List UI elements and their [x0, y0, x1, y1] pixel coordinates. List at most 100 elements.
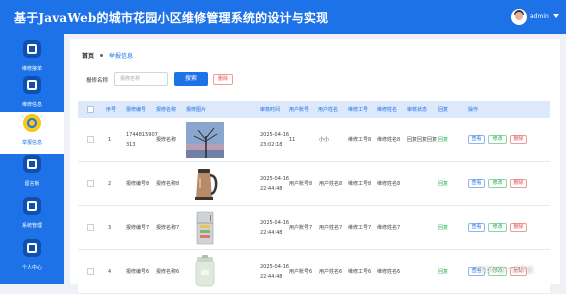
header-index: 序号 [106, 107, 117, 113]
header-time: 审核时间 [260, 107, 281, 113]
cell-user-name: 小小 [319, 137, 330, 143]
chevron-down-icon[interactable] [553, 14, 559, 18]
cell-index: 3 [108, 225, 112, 231]
cell-time: 2025-04-16 [260, 264, 290, 270]
delete-button[interactable]: 删除 [510, 135, 527, 144]
sidebar-item-repair-info[interactable]: 维修信息 [0, 74, 64, 116]
table-row: 2 报修编号8 报修名称8 2025-04-16 22:44:48 用户账号8 [78, 162, 550, 206]
cell-index: 2 [108, 181, 112, 187]
sidebar-item-system[interactable]: 系统管理 [0, 195, 64, 237]
pot-photo [186, 254, 224, 290]
cell-code: 报修编号8 [126, 181, 150, 187]
search-button[interactable]: 搜索 [174, 72, 208, 86]
cell-name: 报修名称 [156, 137, 177, 143]
cell-account: 用户账号7 [289, 225, 313, 231]
avatar[interactable] [511, 9, 527, 25]
header-name: 报修名称 [156, 107, 177, 113]
kettle-photo [186, 166, 224, 202]
edit-button[interactable]: 修改 [488, 135, 507, 144]
search-input[interactable]: 报修名称 [114, 72, 168, 86]
cell-time-cont: 23:02:18 [260, 142, 283, 148]
sidebar-item-profile[interactable]: 个人中心 [0, 237, 64, 279]
cell-time: 2025-04-16 [260, 132, 290, 138]
header-image: 报修图片 [186, 107, 207, 113]
cell-time: 2025-04-16 [260, 176, 290, 182]
view-button[interactable]: 查看 [468, 135, 485, 144]
header-worker-id: 维修工号 [348, 107, 369, 113]
sidebar-item-label: 维修信息 [21, 102, 42, 108]
cell-reply: 回复 [438, 269, 449, 275]
cell-account: 用户账号6 [289, 269, 313, 275]
view-button[interactable]: 查看 [468, 223, 485, 232]
main-area: 首页 举报信息 报修名称 报修名称 搜索 删除 序号 报修编号 报修名称 报修图片… [64, 34, 566, 294]
row-checkbox[interactable] [87, 136, 94, 143]
row-checkbox[interactable] [87, 268, 94, 275]
header-actions: 操作 [468, 107, 479, 113]
view-button[interactable]: 查看 [468, 179, 485, 188]
cell-code: 报修编号6 [126, 269, 150, 275]
sidebar-item-label: 维修接单 [21, 66, 42, 72]
cell-code-cont: 313 [126, 142, 136, 148]
delete-button[interactable]: 删除 [510, 223, 527, 232]
cell-account: 用户账号8 [289, 181, 313, 187]
cell-worker-id: 维修工号6 [348, 269, 372, 275]
cell-code: 1744815907 [126, 132, 158, 138]
app-title: 基于JavaWeb的城市花园小区维修管理系统的设计与实现 [14, 11, 329, 25]
content-card: 首页 举报信息 报修名称 报修名称 搜索 删除 序号 报修编号 报修名称 报修图片… [70, 39, 560, 294]
header-audit: 审核状态 [407, 107, 428, 113]
header-reply: 回复 [438, 107, 449, 113]
header-code: 报修编号 [126, 107, 147, 113]
sidebar: 维修接单 维修信息 举报信息 留言板 系统管理 个人中心 [0, 34, 64, 284]
cell-name: 报修名称6 [156, 269, 180, 275]
sidebar-item-reports[interactable]: 举报信息 [0, 112, 64, 154]
cell-code: 报修编号7 [126, 225, 150, 231]
sidebar-item-label: 留言板 [24, 181, 40, 187]
cell-time: 2025-04-16 [260, 220, 290, 226]
breadcrumb-home[interactable]: 首页 [82, 53, 94, 60]
username[interactable]: admin [530, 13, 549, 20]
cell-account: 11 [289, 137, 296, 143]
cell-worker-id: 维修工号8 [348, 137, 372, 143]
row-checkbox[interactable] [87, 224, 94, 231]
fridge-photo [186, 210, 224, 246]
row-checkbox[interactable] [87, 180, 94, 187]
edit-button[interactable]: 修改 [488, 223, 507, 232]
cell-audit: 回复回复回复 [407, 137, 438, 143]
table-row: 3 报修编号7 报修名称7 2025-04-16 22:44:48 用户账号7 … [78, 206, 550, 250]
edit-button[interactable]: 修改 [488, 179, 507, 188]
top-bar: 基于JavaWeb的城市花园小区维修管理系统的设计与实现 admin [0, 0, 566, 34]
sidebar-item-label: 个人中心 [21, 265, 42, 271]
search-label: 报修名称 [86, 78, 109, 84]
cell-time-cont: 22:44:48 [260, 274, 283, 280]
sidebar-item-label: 举报信息 [21, 140, 42, 146]
cell-name: 报修名称7 [156, 225, 180, 231]
watermark: CSDN @一点毕设 [476, 266, 534, 274]
table-row: 1 1744815907 313 报修名称 2025-04-16 23:02:1… [78, 118, 550, 162]
select-all-checkbox[interactable] [87, 106, 94, 113]
cell-reply: 回复 [438, 181, 449, 187]
cell-worker-name: 维修姓名6 [377, 269, 401, 275]
cell-user-name: 用户姓名8 [319, 181, 343, 187]
sidebar-item-label: 系统管理 [21, 223, 42, 229]
cell-worker-name: 维修姓名7 [377, 225, 401, 231]
cell-user-name: 用户姓名7 [319, 225, 343, 231]
delete-button[interactable]: 删除 [510, 179, 527, 188]
cell-reply: 回复 [438, 225, 449, 231]
cell-time-cont: 22:44:48 [260, 230, 283, 236]
cell-worker-name: 维修姓名8 [377, 181, 401, 187]
tree-photo [186, 122, 224, 158]
table-header: 序号 报修编号 报修名称 报修图片 审核时间 用户账号 用户姓名 维修工号 维修… [78, 101, 550, 118]
cell-user-name: 用户姓名6 [319, 269, 343, 275]
cell-index: 4 [108, 269, 112, 275]
header-worker-name: 维修姓名 [377, 107, 398, 113]
breadcrumb-current: 举报信息 [109, 53, 134, 60]
cell-time-cont: 22:44:48 [260, 186, 283, 192]
header-user-name: 用户姓名 [318, 107, 339, 113]
bulk-delete-button[interactable]: 删除 [213, 74, 233, 85]
cell-reply: 回复 [438, 137, 449, 143]
sidebar-item-message-board[interactable]: 留言板 [0, 153, 64, 195]
cell-index: 1 [108, 137, 112, 143]
cell-worker-id: 维修工号7 [348, 225, 372, 231]
cell-worker-name: 维修姓名8 [377, 137, 401, 143]
cell-name: 报修名称8 [156, 181, 180, 187]
